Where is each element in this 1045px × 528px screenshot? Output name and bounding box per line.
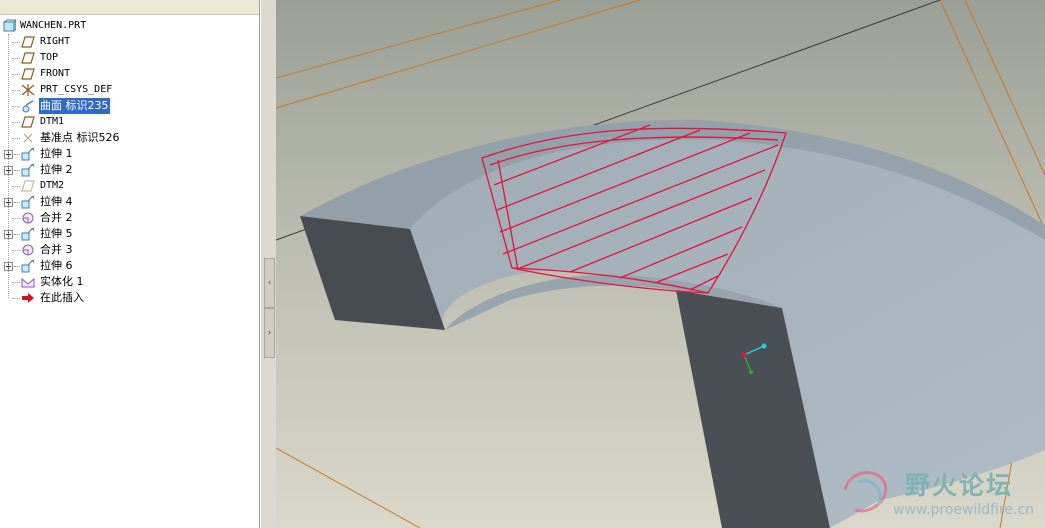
tree-item-label: 拉伸 4 — [40, 195, 73, 208]
extrude-icon — [21, 163, 34, 177]
tree-item-label: RIGHT — [40, 36, 71, 47]
tree-item-label: 基准点 标识526 — [40, 131, 120, 144]
tree-item-label: FRONT — [40, 68, 71, 79]
graphics-viewport[interactable] — [276, 0, 1045, 528]
tree-item-label: DTM2 — [40, 180, 65, 191]
extrude-icon — [21, 195, 34, 209]
part-icon — [2, 19, 16, 33]
model-tree-header-strip — [0, 0, 259, 15]
datum-plane-icon — [21, 68, 35, 80]
merge-icon — [22, 212, 34, 224]
tree-connector-line — [8, 34, 9, 298]
extrude-icon — [21, 227, 34, 241]
extrude-icon — [21, 147, 34, 161]
tree-item-label: 拉伸 2 — [40, 163, 73, 176]
panel-splitter[interactable]: ‹ › — [260, 0, 277, 528]
tree-item-label: 合并 2 — [40, 211, 73, 224]
tree-item-label: 拉伸 6 — [40, 259, 73, 272]
watermark-title: 野火论坛 — [905, 471, 1014, 500]
extrude-icon — [21, 259, 34, 273]
model-3d-view[interactable] — [276, 0, 1045, 528]
tree-item-label: 拉伸 5 — [40, 227, 73, 240]
datum-plane-hidden-icon — [21, 180, 35, 192]
watermark-url: www.proewildfire.cn — [893, 502, 1035, 518]
insert-here-arrow-icon — [22, 293, 34, 303]
datum-plane-icon — [21, 116, 35, 128]
tree-item-label: PRT_CSYS_DEF — [40, 84, 113, 95]
csys-icon — [21, 84, 35, 96]
solidify-icon — [21, 277, 35, 288]
tree-item-label: 拉伸 1 — [40, 147, 73, 160]
expand-right-button[interactable]: › — [264, 308, 275, 358]
datum-plane-icon — [21, 52, 35, 64]
tree-item-label: TOP — [40, 52, 59, 63]
datum-point-icon — [23, 133, 33, 143]
tree-item-label: 曲面 标识235 — [39, 98, 110, 114]
collapse-left-button[interactable]: ‹ — [264, 258, 275, 308]
tree-item-label: 实体化 1 — [40, 275, 84, 288]
surface-icon — [22, 100, 34, 113]
tree-item-label: 在此插入 — [40, 291, 84, 304]
merge-icon — [22, 244, 34, 256]
datum-plane-icon — [21, 36, 35, 48]
tree-item-label: 合并 3 — [40, 243, 73, 256]
tree-root-label: WANCHEN.PRT — [20, 20, 87, 31]
tree-item-label: DTM1 — [40, 116, 65, 127]
model-tree-panel: WANCHEN.PRT RIGHT TOP FRONT PRT_CSYS_DEF — [0, 0, 260, 528]
